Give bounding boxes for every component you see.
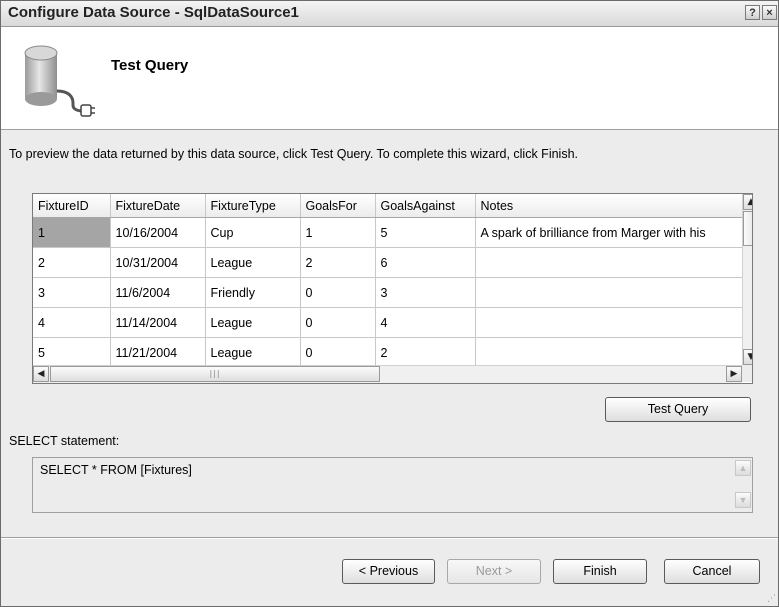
- close-button[interactable]: ×: [762, 5, 777, 20]
- table-cell[interactable]: League: [205, 337, 301, 368]
- help-button[interactable]: ?: [745, 5, 760, 20]
- table-cell[interactable]: 0: [300, 337, 376, 368]
- dialog-window: Configure Data Source - SqlDataSource1 ?…: [0, 0, 779, 607]
- sql-scroll-up-button: ▲: [735, 460, 751, 476]
- scroll-right-button[interactable]: ▶: [726, 366, 742, 382]
- table-cell[interactable]: 0: [300, 277, 376, 308]
- table-cell[interactable]: 1: [33, 217, 111, 248]
- table-row[interactable]: 1 10/16/2004 Cup 1 5 A spark of brillian…: [33, 217, 743, 248]
- table-cell[interactable]: Friendly: [205, 277, 301, 308]
- table-cell[interactable]: [475, 307, 743, 338]
- table-cell[interactable]: 11/21/2004: [110, 337, 206, 368]
- select-statement-box[interactable]: SELECT * FROM [Fixtures] ▲ ▼: [32, 457, 753, 513]
- previous-button[interactable]: < Previous: [342, 559, 435, 584]
- column-header-notes[interactable]: Notes: [475, 194, 743, 218]
- table-cell[interactable]: 11/6/2004: [110, 277, 206, 308]
- table-row[interactable]: 2 10/31/2004 League 2 6: [33, 247, 743, 278]
- table-cell[interactable]: League: [205, 247, 301, 278]
- table-cell[interactable]: 2: [375, 337, 476, 368]
- page-title: Test Query: [111, 57, 189, 74]
- table-cell[interactable]: 2: [33, 247, 111, 278]
- table-cell[interactable]: League: [205, 307, 301, 338]
- select-statement-label: SELECT statement:: [9, 434, 120, 448]
- results-table: FixtureID FixtureDate FixtureType GoalsF…: [33, 194, 743, 368]
- table-cell[interactable]: [475, 337, 743, 368]
- vertical-scroll-thumb[interactable]: [743, 211, 752, 246]
- sql-scrollbar: ▲ ▼: [735, 458, 752, 510]
- resize-grip-icon[interactable]: ⋰: [766, 594, 776, 604]
- table-cell[interactable]: [475, 277, 743, 308]
- finish-button[interactable]: Finish: [553, 559, 647, 584]
- table-row[interactable]: 3 11/6/2004 Friendly 0 3: [33, 277, 743, 308]
- table-cell[interactable]: Cup: [205, 217, 301, 248]
- scroll-up-button[interactable]: ▲: [743, 194, 752, 210]
- column-header-goalsfor[interactable]: GoalsFor: [300, 194, 376, 218]
- horizontal-scroll-thumb[interactable]: |||: [50, 366, 380, 382]
- cancel-button[interactable]: Cancel: [664, 559, 760, 584]
- footer-divider: [1, 537, 778, 539]
- next-button[interactable]: Next >: [447, 559, 541, 584]
- wizard-header: Test Query: [1, 27, 778, 130]
- header-row: FixtureID FixtureDate FixtureType GoalsF…: [33, 194, 743, 218]
- table-cell[interactable]: 2: [300, 247, 376, 278]
- scroll-left-button[interactable]: ◀: [33, 366, 49, 382]
- table-cell[interactable]: 4: [33, 307, 111, 338]
- table-cell[interactable]: 3: [33, 277, 111, 308]
- table-cell[interactable]: 11/14/2004: [110, 307, 206, 338]
- instruction-text: To preview the data returned by this dat…: [9, 147, 579, 161]
- column-header-fixturetype[interactable]: FixtureType: [205, 194, 301, 218]
- title-bar[interactable]: Configure Data Source - SqlDataSource1 ?…: [1, 1, 778, 27]
- table-cell[interactable]: 3: [375, 277, 476, 308]
- database-icon: [24, 45, 95, 117]
- table-cell[interactable]: 1: [300, 217, 376, 248]
- table-cell[interactable]: [475, 247, 743, 278]
- window-title: Configure Data Source - SqlDataSource1: [8, 4, 299, 21]
- sql-scroll-down-button: ▼: [735, 492, 751, 508]
- test-query-button[interactable]: Test Query: [605, 397, 751, 422]
- horizontal-scrollbar[interactable]: ◀ ||| ▶: [33, 365, 742, 383]
- table-row[interactable]: 5 11/21/2004 League 0 2: [33, 337, 743, 368]
- table-cell[interactable]: 5: [33, 337, 111, 368]
- table-cell[interactable]: A spark of brilliance from Marger with h…: [475, 217, 743, 248]
- column-header-fixtureid[interactable]: FixtureID: [33, 194, 111, 218]
- scrollbar-corner: [742, 365, 752, 382]
- select-statement-text: SELECT * FROM [Fixtures]: [40, 463, 192, 477]
- table-cell[interactable]: 5: [375, 217, 476, 248]
- scroll-down-button[interactable]: ▼: [743, 349, 752, 365]
- table-cell[interactable]: 10/31/2004: [110, 247, 206, 278]
- table-cell[interactable]: 4: [375, 307, 476, 338]
- table-cell[interactable]: 0: [300, 307, 376, 338]
- column-header-goalsagainst[interactable]: GoalsAgainst: [375, 194, 476, 218]
- vertical-scrollbar[interactable]: ▲ ▼: [742, 194, 752, 365]
- results-grid[interactable]: FixtureID FixtureDate FixtureType GoalsF…: [32, 193, 753, 384]
- table-cell[interactable]: 6: [375, 247, 476, 278]
- table-cell[interactable]: 10/16/2004: [110, 217, 206, 248]
- column-header-fixturedate[interactable]: FixtureDate: [110, 194, 206, 218]
- table-row[interactable]: 4 11/14/2004 League 0 4: [33, 307, 743, 338]
